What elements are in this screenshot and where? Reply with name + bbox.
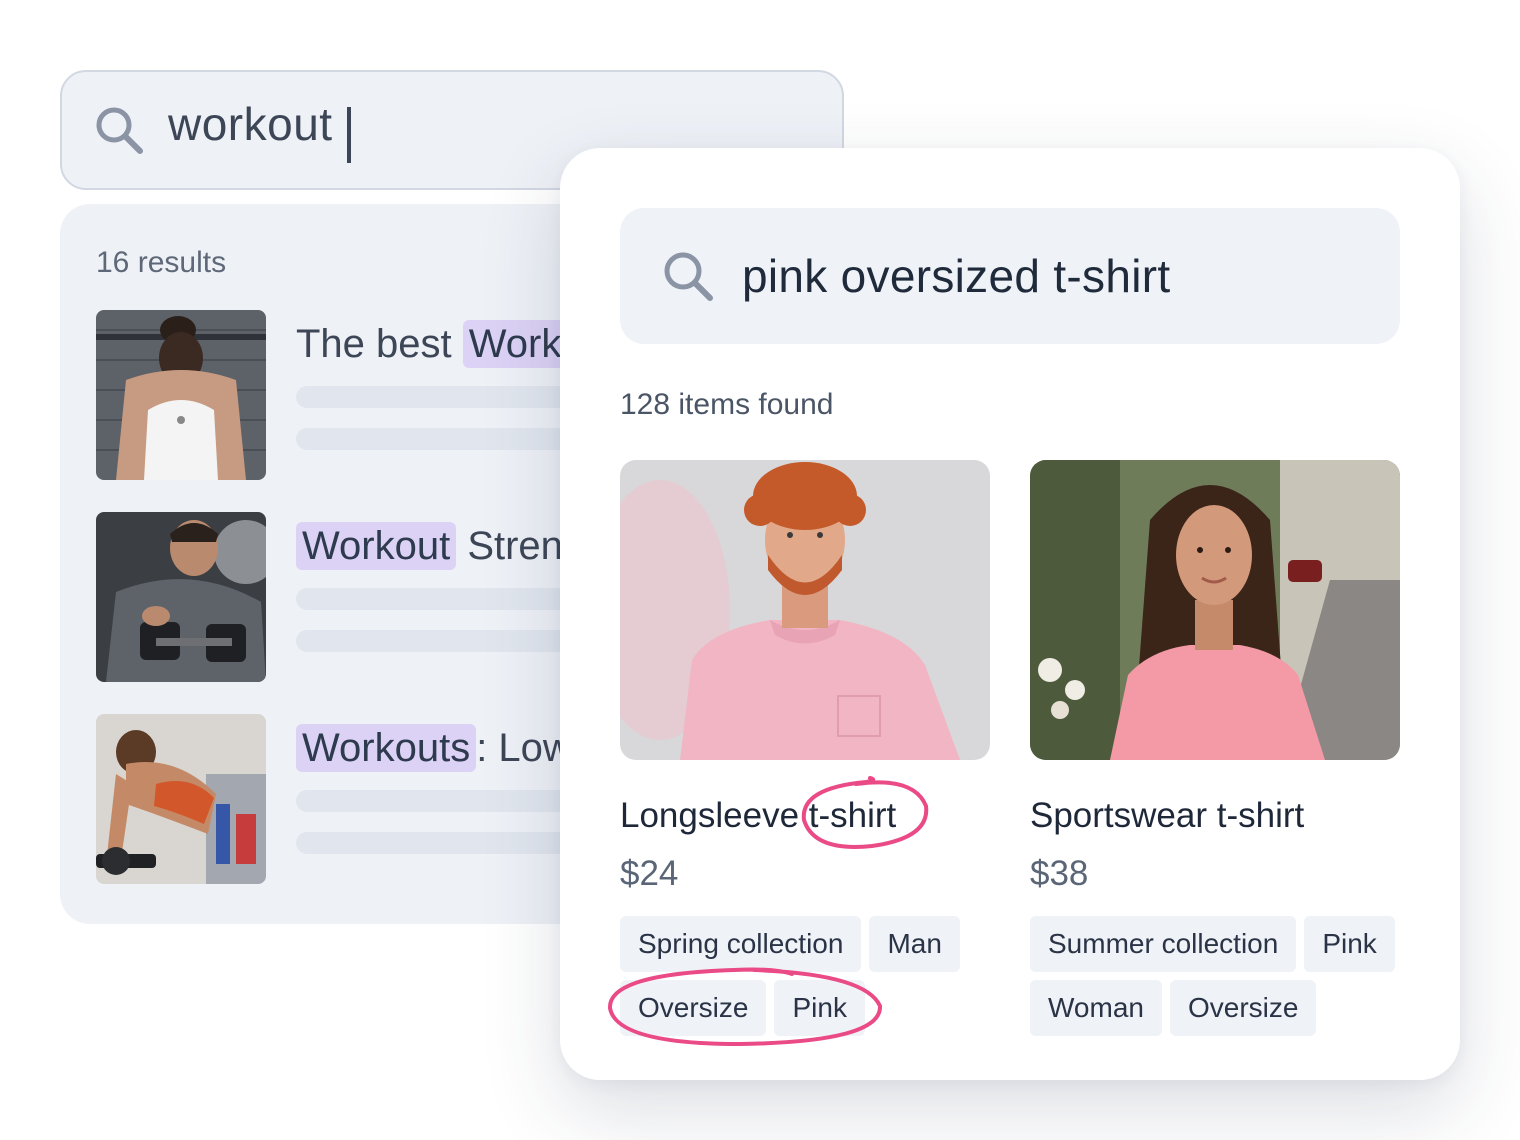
search-icon — [664, 252, 713, 301]
result-item-1[interactable]: The best Work — [96, 310, 600, 480]
product-image-1 — [620, 460, 990, 760]
product-image-2 — [1030, 460, 1400, 760]
result-title-2: Workout Streng — [296, 522, 585, 570]
result-thumbnail-3 — [96, 714, 266, 884]
skeleton-line — [296, 588, 600, 610]
product-price-2: $38 — [1030, 854, 1089, 893]
items-found-count: 128 items found — [620, 388, 834, 421]
product-tags-1: Spring collection Man Oversize Pink — [620, 916, 1000, 1036]
result-thumbnail-1 — [96, 310, 266, 480]
search-term-highlight: Work — [462, 320, 568, 368]
result-title-3: Workouts: Low — [296, 724, 572, 772]
skeleton-line — [296, 790, 600, 812]
tag-chip[interactable]: Pink — [774, 980, 865, 1036]
product-card-1[interactable]: Longsleeve t-shirt $24 Spring collection… — [620, 460, 990, 1036]
tag-chip[interactable]: Pink — [1304, 916, 1395, 972]
workout-search-input[interactable]: workout — [168, 97, 351, 164]
product-card-2[interactable]: Sportswear t-shirt $38 Summer collection… — [1030, 460, 1400, 1036]
tag-chip[interactable]: Spring collection — [620, 916, 862, 972]
product-tags-2: Summer collection Pink Woman Oversize — [1030, 916, 1410, 1036]
result-thumbnail-2 — [96, 512, 266, 682]
matched-term: t-shirt — [808, 796, 897, 835]
search-icon — [96, 107, 143, 154]
tag-chip[interactable]: Woman — [1030, 980, 1162, 1036]
result-title-1: The best Work — [296, 320, 568, 368]
tag-chip[interactable]: Summer collection — [1030, 916, 1297, 972]
text-caret — [346, 107, 351, 164]
result-item-2[interactable]: Workout Streng — [96, 512, 600, 682]
product-price-1: $24 — [620, 854, 679, 893]
skeleton-line — [296, 630, 600, 652]
tag-chip[interactable]: Oversize — [620, 980, 767, 1036]
product-name-2: Sportswear t-shirt — [1030, 796, 1305, 835]
search-term-highlight: Workouts — [296, 724, 477, 772]
result-item-3[interactable]: Workouts: Low — [96, 714, 600, 884]
skeleton-line — [296, 428, 600, 450]
skeleton-line — [296, 832, 600, 854]
workout-results-panel: 16 results The best Work Workout Streng … — [60, 204, 600, 924]
tag-chip[interactable]: Oversize — [1169, 980, 1317, 1036]
skeleton-line — [296, 386, 600, 408]
tag-chip[interactable]: Man — [869, 916, 960, 972]
results-count: 16 results — [96, 246, 227, 279]
product-search-bar[interactable]: pink oversized t-shirt — [620, 208, 1400, 344]
search-term-highlight: Workout — [296, 522, 457, 570]
product-search-input[interactable]: pink oversized t-shirt — [742, 249, 1170, 303]
product-search-panel: pink oversized t-shirt 128 items found L… — [560, 148, 1460, 1080]
product-name-1: Longsleeve t-shirt — [620, 796, 897, 835]
